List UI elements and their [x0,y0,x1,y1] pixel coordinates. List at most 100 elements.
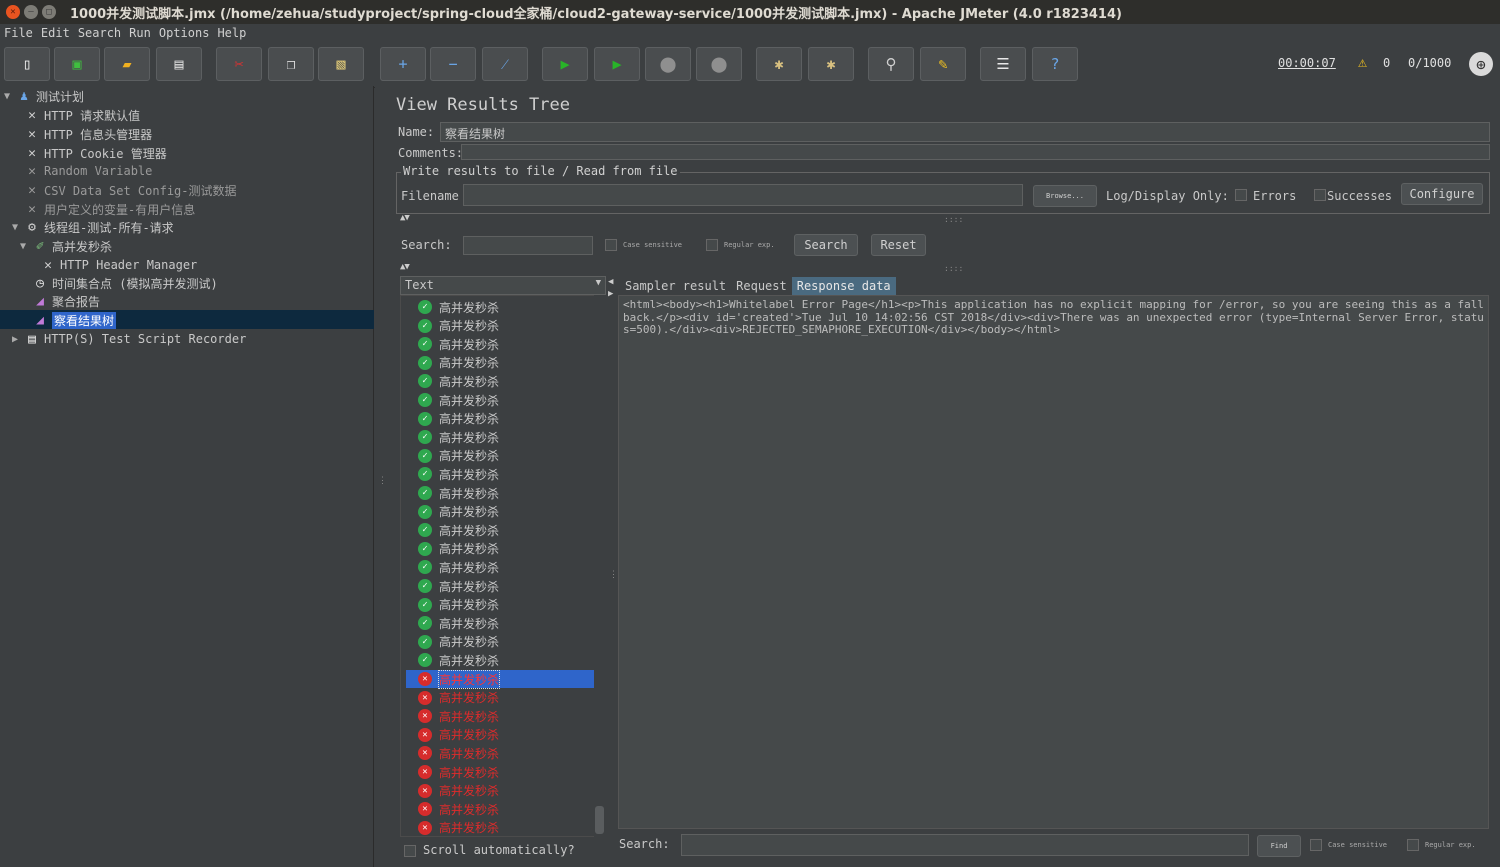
menu-help[interactable]: Help [213,26,250,40]
new-button[interactable]: ▯ [4,47,50,81]
search-button-toolbar[interactable]: ⚲ [868,47,914,81]
reset-button[interactable]: Reset [871,234,926,256]
tree-node-thread-group[interactable]: ▼ ⚙ 线程组-测试-所有-请求 [12,218,174,236]
configure-button[interactable]: Configure [1401,183,1483,205]
result-item[interactable]: ✕ 高并发秒杀 [406,689,596,707]
clear-all-button[interactable]: ✱ [808,47,854,81]
results-scrollbar[interactable] [594,295,606,837]
tree-node-http-defaults[interactable]: ✕ HTTP 请求默认值 [24,106,140,124]
filename-field[interactable] [463,184,1023,206]
help-button[interactable]: ? [1032,47,1078,81]
result-item[interactable]: ✓ 高并发秒杀 [406,372,596,390]
result-item[interactable]: ✓ 高并发秒杀 [406,484,596,502]
result-item[interactable]: ✓ 高并发秒杀 [406,447,596,465]
results-scroll-thumb[interactable] [595,806,604,834]
menu-edit[interactable]: Edit [37,26,74,40]
result-item[interactable]: ✕ 高并发秒杀 [406,707,596,725]
errors-checkbox[interactable] [1235,189,1247,201]
result-item[interactable]: ✓ 高并发秒杀 [406,335,596,353]
start-no-pause-button[interactable]: ▶ [594,47,640,81]
scroll-auto-checkbox[interactable] [404,845,416,857]
case-sensitive-checkbox[interactable] [605,239,617,251]
result-item[interactable]: ✓ 高并发秒杀 [406,391,596,409]
result-item[interactable]: ✓ 高并发秒杀 [406,503,596,521]
copy-button[interactable]: ❐ [268,47,314,81]
warning-icon[interactable]: ⚠ [1358,53,1367,71]
result-item[interactable]: ✕ 高并发秒杀 [406,782,596,800]
name-field[interactable]: 察看结果树 [440,122,1490,142]
result-item[interactable]: ✓ 高并发秒杀 [406,558,596,576]
split-pane-divider[interactable]: ⋮ [375,86,387,867]
cut-button[interactable]: ✂ [216,47,262,81]
result-item[interactable]: ✓ 高并发秒杀 [406,651,596,669]
tree-node-user-variables[interactable]: ✕ 用户定义的变量-有用户信息 [24,200,195,218]
reset-search-button[interactable]: ✎ [920,47,966,81]
response-regular-exp-checkbox[interactable] [1407,839,1419,851]
response-case-sensitive-checkbox[interactable] [1310,839,1322,851]
search-input[interactable] [463,236,593,255]
successes-checkbox[interactable] [1314,189,1326,201]
maximize-icon[interactable]: □ [42,5,56,19]
tree-node-cookie-manager[interactable]: ✕ HTTP Cookie 管理器 [24,144,167,162]
collapse-arrow-icon[interactable]: ▼ [12,222,24,233]
result-item[interactable]: ✓ 高并发秒杀 [406,317,596,335]
renderer-select[interactable]: Text ▼ [400,276,606,295]
response-search-input[interactable] [681,834,1249,856]
start-button[interactable]: ▶ [542,47,588,81]
browse-button[interactable]: Browse... [1033,185,1097,207]
tree-node-sync-timer[interactable]: ◷ 时间集合点 (模拟高并发测试) [32,274,218,292]
result-item[interactable]: ✓ 高并发秒杀 [406,354,596,372]
collapse-button[interactable]: − [430,47,476,81]
tree-node-aggregate-report[interactable]: ◢ 聚合报告 [32,292,100,310]
tree-node-view-results-tree[interactable]: ◢ 察看结果树 [32,311,117,329]
collapse-arrows-icon[interactable]: ▲▼ [400,262,410,272]
tab-response-data[interactable]: Response data [791,277,896,295]
close-icon[interactable]: ✕ [6,5,20,19]
collapse-left-icon[interactable]: ◀ [608,277,613,287]
result-item[interactable]: ✓ 高并发秒杀 [406,596,596,614]
menu-run[interactable]: Run [125,26,155,40]
tree-node-header-manager[interactable]: ✕ HTTP 信息头管理器 [24,125,152,143]
result-item[interactable]: ✓ 高并发秒杀 [406,521,596,539]
tree-node-test-plan[interactable]: ▼ ♟ 测试计划 [4,87,84,105]
remote-globe-icon[interactable]: ⊕ [1469,52,1493,76]
result-item[interactable]: ✕ 高并发秒杀 [406,744,596,762]
menu-search[interactable]: Search [74,26,125,40]
collapse-arrows-icon[interactable]: ▲▼ [400,213,410,223]
search-button[interactable]: Search [794,234,858,256]
menu-options[interactable]: Options [155,26,214,40]
results-list[interactable]: ✓ 高并发秒杀 ✓ 高并发秒杀 ✓ 高并发秒杀 ✓ 高并发秒杀 ✓ 高并发秒杀 ✓ 高并发秒杀 ✓ 高并发… [400,295,606,837]
tree-node-random-variable[interactable]: ✕ Random Variable [24,162,152,180]
paste-button[interactable]: ▧ [318,47,364,81]
result-item[interactable]: ✓ 高并发秒杀 [406,577,596,595]
tree-node-csv-data-set[interactable]: ✕ CSV Data Set Config-测试数据 [24,181,236,199]
save-button[interactable]: ▤ [156,47,202,81]
comments-field[interactable] [461,144,1490,160]
find-button[interactable]: Find [1257,835,1301,857]
tab-sampler-result[interactable]: Sampler result [620,277,731,295]
divider-grip-icon[interactable]: ⋮ [609,570,618,580]
result-item[interactable]: ✓ 高并发秒杀 [406,633,596,651]
open-button[interactable]: ▰ [104,47,150,81]
result-item[interactable]: ✕ 高并发秒杀 [406,800,596,818]
clear-button[interactable]: ✱ [756,47,802,81]
expand-button[interactable]: + [380,47,426,81]
templates-button[interactable]: ▣ [54,47,100,81]
collapse-arrow-icon[interactable]: ▼ [4,91,16,102]
stop-button[interactable]: ⬤ [645,47,691,81]
result-item[interactable]: ✓ 高并发秒杀 [406,614,596,632]
result-item[interactable]: ✓ 高并发秒杀 [406,298,596,316]
result-item[interactable]: ✕ 高并发秒杀 [406,763,596,781]
result-item[interactable]: ✓ 高并发秒杀 [406,410,596,428]
tree-node-http-header-manager[interactable]: ✕ HTTP Header Manager [40,256,197,274]
tree-node-sampler[interactable]: ▼ ✐ 高并发秒杀 [20,237,112,255]
toggle-button[interactable]: ⁄ [482,47,528,81]
result-item[interactable]: ✓ 高并发秒杀 [406,428,596,446]
splitter-dots-icon[interactable]: :::: [944,215,963,224]
result-item[interactable]: ✓ 高并发秒杀 [406,465,596,483]
result-item[interactable]: ✓ 高并发秒杀 [406,540,596,558]
tree-node-recorder[interactable]: ▶ ▤ HTTP(S) Test Script Recorder [12,330,246,348]
expand-right-icon[interactable]: ▶ [608,289,613,299]
splitter-dots-icon[interactable]: :::: [944,264,963,273]
response-body[interactable]: <html><body><h1>Whitelabel Error Page</h… [618,295,1489,829]
